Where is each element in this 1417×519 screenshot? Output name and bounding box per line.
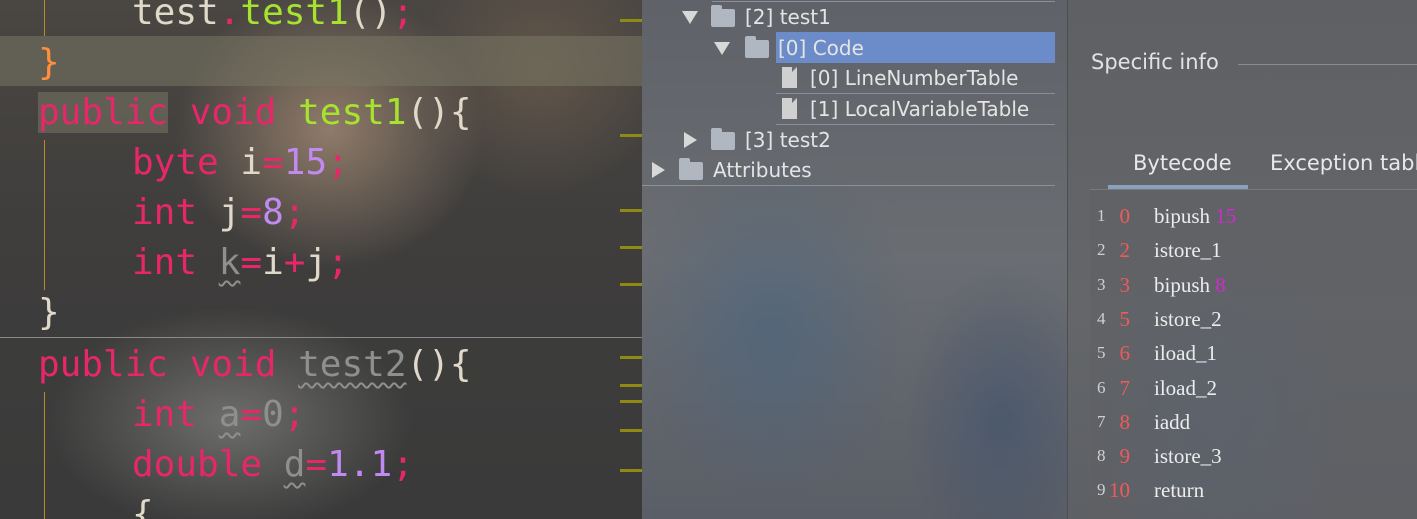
code-line[interactable]: }: [38, 288, 60, 338]
warning-marker[interactable]: [620, 209, 642, 212]
bytecode-offset: 7: [1119, 376, 1131, 400]
collapse-arrow-icon[interactable]: [684, 132, 697, 148]
method-separator: [0, 337, 642, 338]
code-line[interactable]: double d=1.1;: [132, 440, 414, 490]
warning-marker[interactable]: [620, 469, 642, 472]
code-line[interactable]: {: [132, 490, 154, 519]
warning-marker[interactable]: [620, 384, 642, 387]
warning-marker[interactable]: [620, 246, 642, 249]
code-line[interactable]: int j=8;: [132, 188, 305, 238]
bytecode-argument: 15: [1215, 204, 1237, 228]
bytecode-offset: 2: [1119, 238, 1131, 262]
tree-node-attributes[interactable]: Attributes: [650, 155, 1050, 185]
bytecode-offset: 9: [1119, 444, 1131, 468]
expand-arrow-icon[interactable]: [714, 42, 730, 55]
folder-icon: [745, 36, 769, 58]
tree-node-label: [1] LocalVariableTable: [810, 97, 1030, 121]
bytecode-argument: 8: [1215, 273, 1226, 297]
code-editor[interactable]: test.test1(); } public void test1(){ byt…: [0, 0, 642, 519]
bytecode-instruction: iload_2: [1154, 376, 1217, 400]
bytecode-instruction: iadd: [1154, 410, 1191, 434]
bytecode-instruction: istore_2: [1154, 307, 1222, 331]
tab-bytecode[interactable]: Bytecode: [1133, 151, 1232, 175]
bytecode-offset: 3: [1119, 273, 1131, 297]
tree-node-line-number-table[interactable]: [0] LineNumberTable: [782, 63, 1052, 93]
bytecode-offset: 6: [1119, 341, 1131, 365]
specific-info-title: Specific info: [1091, 50, 1219, 74]
current-line-highlight: [0, 36, 642, 86]
code-line[interactable]: byte i=15;: [132, 138, 349, 188]
bytecode-offset: 5: [1119, 307, 1131, 331]
file-icon: [782, 98, 797, 119]
folder-icon: [711, 5, 735, 27]
expand-arrow-icon[interactable]: [682, 11, 698, 24]
collapse-arrow-icon[interactable]: [652, 162, 665, 178]
row-divider: [642, 185, 1055, 186]
title-rule: [1238, 64, 1417, 65]
warning-marker[interactable]: [620, 400, 642, 403]
bytecode-listing[interactable]: 1 0 bipush 15 2 2 istore_1 3 3 bipush 8 …: [1090, 190, 1417, 519]
bytecode-tree-panel[interactable]: [2] test1 [0] Code [0] LineNumberTable […: [642, 0, 1067, 519]
warning-marker[interactable]: [620, 134, 642, 137]
tree-node-test2[interactable]: [3] test2: [682, 125, 1052, 155]
tree-node-label: [0] Code: [778, 36, 864, 60]
bytecode-offset: 0: [1119, 204, 1131, 228]
error-stripe[interactable]: [614, 0, 642, 519]
bytecode-offset: 10: [1109, 478, 1130, 502]
tree-node-local-variable-table[interactable]: [1] LocalVariableTable: [782, 94, 1052, 124]
warning-marker[interactable]: [620, 283, 642, 286]
tree-node-label: Attributes: [713, 158, 812, 182]
bytecode-instruction: istore_1: [1154, 238, 1222, 262]
tree-node-test1[interactable]: [2] test1: [682, 2, 1052, 32]
file-icon: [782, 67, 797, 88]
tab-exception-table[interactable]: Exception table: [1270, 151, 1417, 175]
tree-node-label: [2] test1: [745, 5, 831, 29]
bytecode-offset: 8: [1119, 410, 1131, 434]
warning-marker[interactable]: [620, 19, 642, 22]
code-line[interactable]: int a=0;: [132, 390, 305, 440]
tree-node-code[interactable]: [0] Code: [714, 33, 1054, 63]
tree-node-label: [0] LineNumberTable: [810, 66, 1019, 90]
indent-guide: [44, 0, 45, 36]
bytecode-instruction: return: [1154, 478, 1205, 502]
warning-marker[interactable]: [620, 429, 642, 432]
code-line[interactable]: }: [38, 38, 60, 88]
bytecode-instruction: istore_3: [1154, 444, 1222, 468]
code-line[interactable]: test.test1();: [132, 0, 414, 38]
code-line[interactable]: public void test1(){: [38, 88, 472, 138]
bytecode-instruction: iload_1: [1154, 341, 1217, 365]
warning-marker[interactable]: [620, 356, 642, 359]
indent-guide: [44, 392, 45, 519]
folder-icon: [679, 158, 703, 180]
code-line[interactable]: int k=i+j;: [132, 238, 349, 288]
bytecode-instruction: bipush: [1154, 273, 1211, 297]
tree-node-label: [3] test2: [745, 128, 831, 152]
code-line[interactable]: public void test2(){: [38, 340, 472, 390]
bytecode-instruction: bipush: [1154, 204, 1211, 228]
specific-info-panel: Specific info Bytecode Exception table 1…: [1068, 0, 1417, 519]
indent-guide: [44, 140, 45, 290]
folder-icon: [711, 128, 735, 150]
